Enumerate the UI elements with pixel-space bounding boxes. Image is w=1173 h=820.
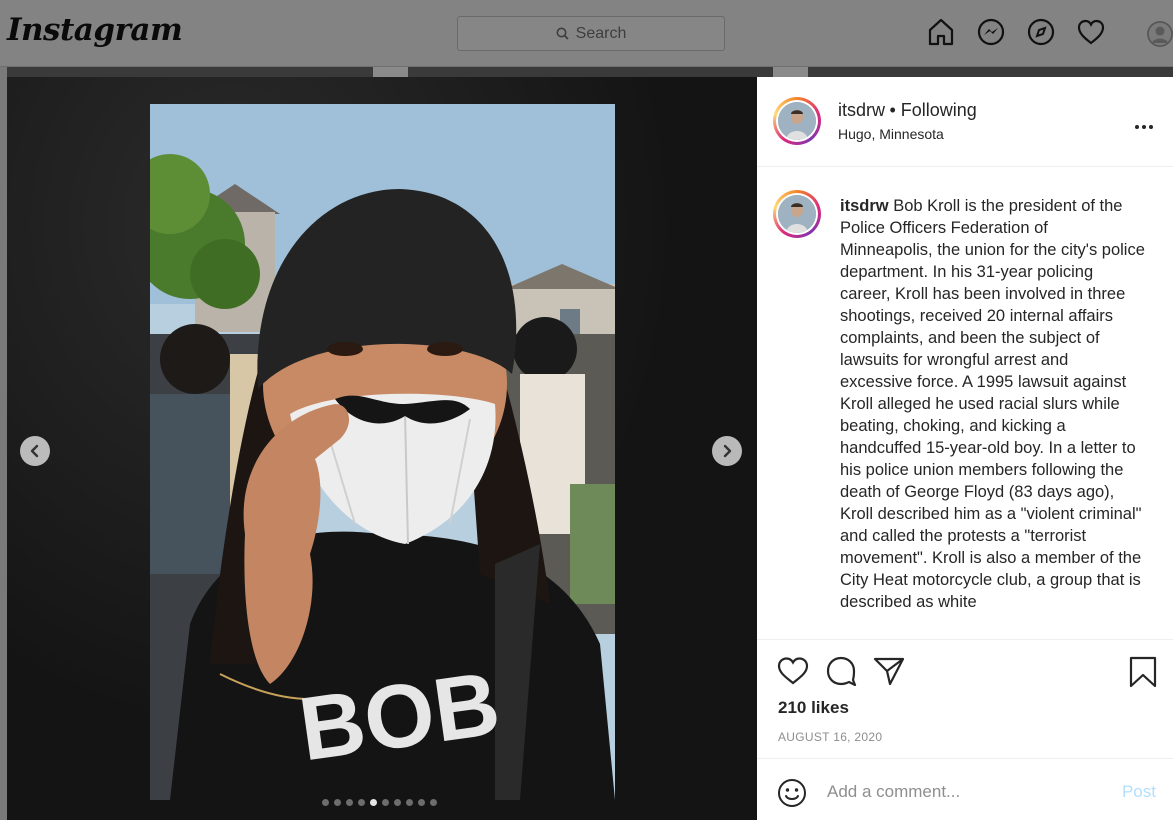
post-comment-button[interactable]: Post [1122, 782, 1156, 802]
previous-photo-button[interactable] [20, 436, 50, 466]
carousel-dot [430, 799, 437, 806]
post-photo[interactable]: BOB [150, 104, 615, 800]
carousel-dot [382, 799, 389, 806]
author-username[interactable]: itsdrw [838, 100, 885, 120]
caption-avatar[interactable] [773, 190, 821, 238]
messenger-icon[interactable] [976, 17, 1006, 47]
post-media: BOB [7, 77, 757, 820]
chevron-right-icon [723, 444, 732, 458]
more-options-button[interactable] [1134, 113, 1154, 136]
caption-text: Bob Kroll is the president of the Police… [840, 197, 1145, 611]
carousel-dots [322, 799, 437, 806]
chevron-left-icon [30, 444, 39, 458]
carousel-dot [346, 799, 353, 806]
search-icon [556, 27, 569, 40]
author-avatar[interactable] [773, 97, 821, 145]
carousel-dot [322, 799, 329, 806]
carousel-dot [394, 799, 401, 806]
post-modal: BOB itsdrw • Following Hugo, Minnesota i… [7, 77, 1173, 820]
search-input[interactable]: Search [457, 16, 725, 51]
background-grid-gap [773, 67, 808, 77]
carousel-dot [358, 799, 365, 806]
share-icon[interactable] [873, 656, 905, 686]
comment-input[interactable]: Add a comment... [827, 782, 960, 802]
post-header: itsdrw • Following Hugo, Minnesota [757, 77, 1173, 167]
like-count[interactable]: 210 likes [778, 698, 849, 718]
carousel-dot [406, 799, 413, 806]
post-location[interactable]: Hugo, Minnesota [838, 126, 944, 142]
carousel-dot [418, 799, 425, 806]
search-placeholder: Search [575, 24, 627, 42]
caption-username[interactable]: itsdrw [840, 197, 889, 215]
comment-bar: Add a comment... Post [757, 758, 1173, 820]
comment-icon[interactable] [825, 656, 857, 686]
explore-icon[interactable] [1026, 17, 1056, 47]
more-icon [1135, 125, 1153, 129]
carousel-dot [370, 799, 377, 806]
post-panel: itsdrw • Following Hugo, Minnesota itsdr… [757, 77, 1173, 820]
emoji-icon[interactable] [777, 778, 807, 808]
background-grid [7, 67, 1173, 77]
post-actions: 210 likes AUGUST 16, 2020 [757, 639, 1173, 759]
save-bookmark-icon[interactable] [1129, 656, 1157, 688]
post-date[interactable]: AUGUST 16, 2020 [778, 730, 882, 744]
next-photo-button[interactable] [712, 436, 742, 466]
profile-avatar[interactable] [1147, 21, 1173, 47]
carousel-dot [334, 799, 341, 806]
heart-icon[interactable] [1076, 17, 1106, 47]
home-icon[interactable] [926, 17, 956, 47]
top-nav: Instagram Search [0, 0, 1173, 67]
like-icon[interactable] [777, 656, 809, 686]
instagram-logo[interactable]: Instagram [7, 12, 183, 48]
following-status[interactable]: • Following [889, 100, 976, 120]
post-caption: itsdrw Bob Kroll is the president of the… [840, 195, 1145, 613]
background-grid-gap [373, 67, 408, 77]
